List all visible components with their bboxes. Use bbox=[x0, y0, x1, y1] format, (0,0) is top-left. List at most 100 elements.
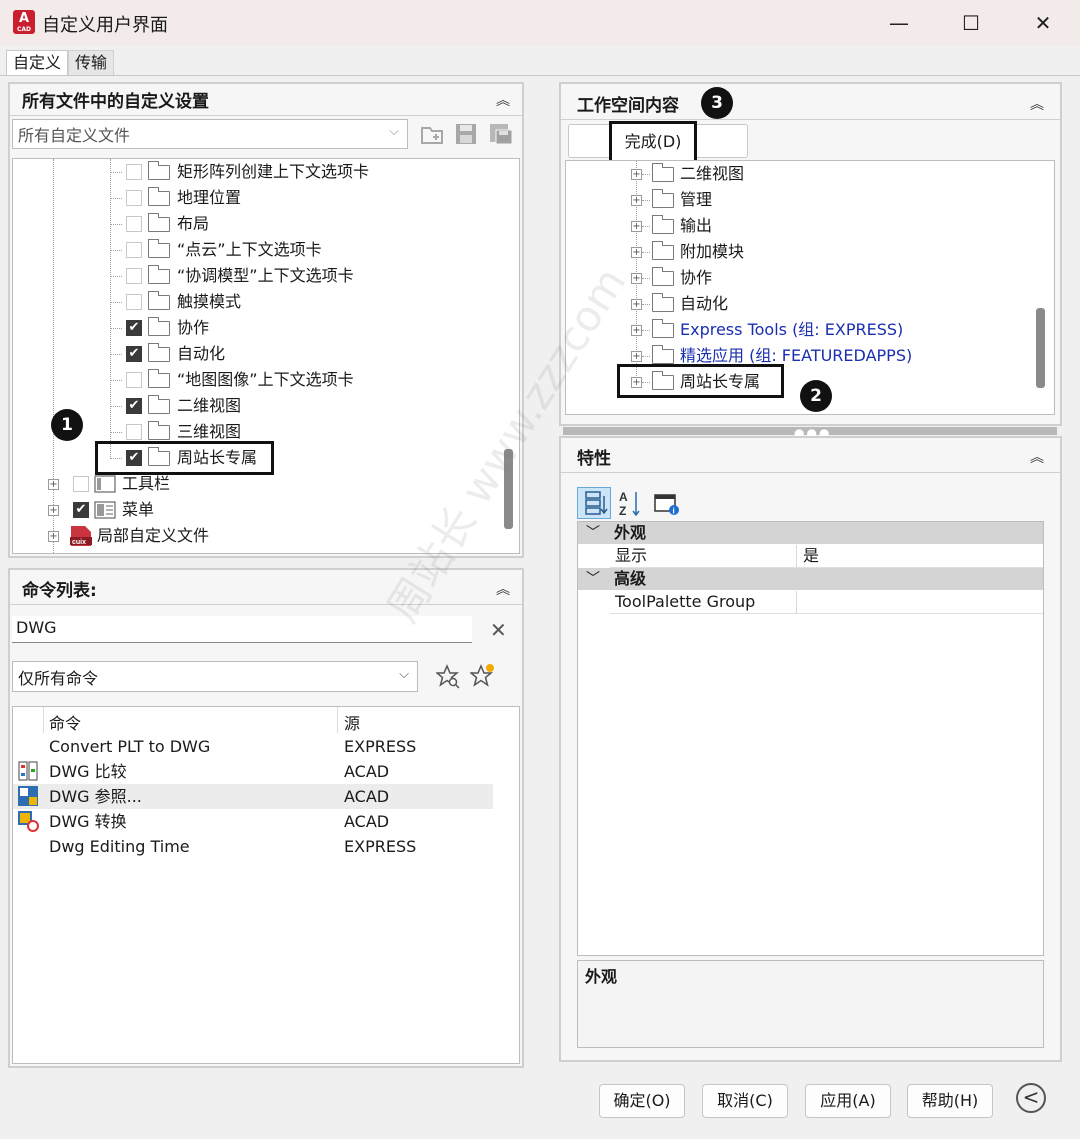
command-search-input[interactable]: DWG bbox=[12, 616, 472, 643]
expand-icon[interactable]: + bbox=[631, 221, 642, 232]
checkbox[interactable]: ✔ bbox=[126, 320, 142, 336]
maximize-button[interactable]: ☐ bbox=[948, 8, 994, 38]
open-file-icon[interactable] bbox=[420, 122, 446, 146]
checkbox[interactable] bbox=[126, 372, 142, 388]
checkbox[interactable] bbox=[73, 476, 89, 492]
folder-icon bbox=[652, 189, 674, 208]
tree-item[interactable]: ✔ 二维视图 bbox=[13, 393, 493, 419]
command-row[interactable]: Convert PLT to DWG EXPRESS bbox=[13, 734, 493, 759]
tree-guide bbox=[642, 200, 650, 201]
checkbox[interactable]: ✔ bbox=[126, 398, 142, 414]
tree-item-label: 协作 bbox=[177, 318, 210, 337]
column-header-source[interactable]: 源 bbox=[344, 710, 360, 734]
column-header-command[interactable]: 命令 bbox=[49, 710, 81, 734]
property-row-display[interactable]: 显示 是 bbox=[610, 545, 1043, 568]
checkbox[interactable]: ✔ bbox=[126, 346, 142, 362]
expand-icon[interactable]: + bbox=[631, 325, 642, 336]
command-filter-dropdown[interactable]: 仅所有命令 ⌵ bbox=[12, 661, 418, 692]
tree-root-item[interactable]: + ✔ 菜单 bbox=[13, 497, 493, 523]
checkbox[interactable] bbox=[126, 268, 142, 284]
checkbox[interactable] bbox=[126, 190, 142, 206]
folder-icon bbox=[652, 293, 674, 312]
property-row-toolpalette-group[interactable]: ToolPalette Group bbox=[610, 591, 1043, 614]
tree-item[interactable]: 矩形阵列创建上下文选项卡 bbox=[13, 159, 493, 185]
expand-icon[interactable]: + bbox=[48, 531, 59, 542]
highlight-box-right-tree bbox=[617, 364, 784, 398]
alphabetical-sort-icon[interactable]: AZ bbox=[616, 487, 644, 519]
property-pages-icon[interactable]: i bbox=[652, 492, 682, 518]
cancel-button[interactable]: 取消(C) bbox=[702, 1084, 788, 1118]
categorized-view-icon[interactable] bbox=[577, 487, 611, 519]
command-row[interactable]: DWG 比较 ACAD bbox=[13, 759, 493, 784]
tab-customize[interactable]: 自定义 bbox=[6, 50, 69, 75]
expand-icon[interactable]: + bbox=[631, 273, 642, 284]
expand-icon[interactable]: + bbox=[631, 169, 642, 180]
divider bbox=[10, 604, 522, 605]
help-button[interactable]: 帮助(H) bbox=[907, 1084, 993, 1118]
command-row[interactable]: DWG 转换 ACAD bbox=[13, 809, 493, 834]
favorite-star-search-icon[interactable] bbox=[434, 664, 462, 690]
tree-item[interactable]: 触摸模式 bbox=[13, 289, 493, 315]
expand-icon[interactable]: + bbox=[631, 299, 642, 310]
close-button[interactable]: ✕ bbox=[1020, 8, 1066, 38]
tree-item[interactable]: “地图图像”上下文选项卡 bbox=[13, 367, 493, 393]
customizations-tree[interactable]: 矩形阵列创建上下文选项卡 地理位置 布局 “点云”上下文选项卡 “协调模型”上下… bbox=[12, 158, 520, 554]
workspace-tree-item[interactable]: + 输出 bbox=[566, 213, 1026, 239]
tree-item[interactable]: 布局 bbox=[13, 211, 493, 237]
workspace-tree-scrollbar-thumb[interactable] bbox=[1036, 308, 1045, 388]
expand-icon[interactable]: + bbox=[631, 351, 642, 362]
tree-guide bbox=[642, 226, 650, 227]
checkbox[interactable] bbox=[126, 216, 142, 232]
done-button[interactable]: 完成(D) bbox=[609, 121, 697, 163]
minimize-button[interactable]: — bbox=[876, 8, 922, 38]
collapse-icon[interactable]: ︽ bbox=[496, 579, 510, 599]
tree-item-label: 输出 bbox=[680, 216, 713, 235]
tab-transfer[interactable]: 传输 bbox=[68, 50, 115, 75]
command-list[interactable]: 命令 源 Convert PLT to DWG EXPRESS DWG 比较 A… bbox=[12, 706, 520, 1064]
command-row[interactable]: DWG 参照... ACAD bbox=[13, 784, 493, 809]
tab-divider bbox=[0, 75, 1080, 76]
tree-item-label: 自动化 bbox=[177, 344, 226, 363]
tree-item[interactable]: “协调模型”上下文选项卡 bbox=[13, 263, 493, 289]
tree-scrollbar-thumb[interactable] bbox=[504, 449, 513, 529]
collapse-pane-button[interactable]: < bbox=[1016, 1083, 1046, 1113]
workspace-tree-item[interactable]: + 协作 bbox=[566, 265, 1026, 291]
checkbox[interactable] bbox=[126, 242, 142, 258]
expand-icon[interactable]: + bbox=[48, 479, 59, 490]
tree-item[interactable]: 地理位置 bbox=[13, 185, 493, 211]
tree-guide bbox=[110, 328, 122, 329]
save-as-icon[interactable] bbox=[488, 122, 514, 146]
tree-item[interactable]: ✔ 自动化 bbox=[13, 341, 493, 367]
collapse-icon[interactable]: ︽ bbox=[1030, 94, 1044, 114]
category-appearance[interactable]: ﹀ 外观 bbox=[578, 522, 1043, 544]
expand-icon[interactable]: + bbox=[48, 505, 59, 516]
checkbox[interactable] bbox=[126, 424, 142, 440]
command-row[interactable]: Dwg Editing Time EXPRESS bbox=[13, 834, 493, 859]
apply-button[interactable]: 应用(A) bbox=[805, 1084, 891, 1118]
checkbox[interactable] bbox=[126, 164, 142, 180]
workspace-tree-item[interactable]: + 二维视图 bbox=[566, 161, 1026, 187]
workspace-tree-item[interactable]: + Express Tools (组: EXPRESS) bbox=[566, 317, 1026, 343]
tree-root-item[interactable]: + cuix 局部自定义文件 bbox=[13, 523, 493, 549]
expand-icon[interactable]: + bbox=[631, 195, 642, 206]
save-icon[interactable] bbox=[454, 122, 478, 146]
collapse-icon[interactable]: ︽ bbox=[496, 90, 510, 110]
svg-text:Z: Z bbox=[619, 504, 626, 518]
checkbox[interactable] bbox=[126, 294, 142, 310]
tree-item[interactable]: “点云”上下文选项卡 bbox=[13, 237, 493, 263]
property-grid[interactable]: ﹀ 外观 显示 是 ﹀ 高级 ToolPalette Group bbox=[577, 521, 1044, 956]
checkbox[interactable]: ✔ bbox=[73, 502, 89, 518]
expand-icon[interactable]: + bbox=[631, 247, 642, 258]
property-value[interactable]: 是 bbox=[803, 545, 819, 567]
customization-file-dropdown[interactable]: 所有自定义文件 ⌵ bbox=[12, 119, 408, 149]
ok-button[interactable]: 确定(O) bbox=[599, 1084, 685, 1118]
collapse-icon[interactable]: ︽ bbox=[1030, 447, 1044, 467]
clear-search-icon[interactable]: ✕ bbox=[490, 618, 507, 642]
workspace-tree-item[interactable]: + 自动化 bbox=[566, 291, 1026, 317]
new-favorite-star-icon[interactable] bbox=[468, 662, 496, 688]
tree-item-label: “地图图像”上下文选项卡 bbox=[177, 370, 354, 389]
category-advanced[interactable]: ﹀ 高级 bbox=[578, 568, 1043, 590]
workspace-tree-item[interactable]: + 附加模块 bbox=[566, 239, 1026, 265]
workspace-tree-item[interactable]: + 管理 bbox=[566, 187, 1026, 213]
tree-item[interactable]: ✔ 协作 bbox=[13, 315, 493, 341]
